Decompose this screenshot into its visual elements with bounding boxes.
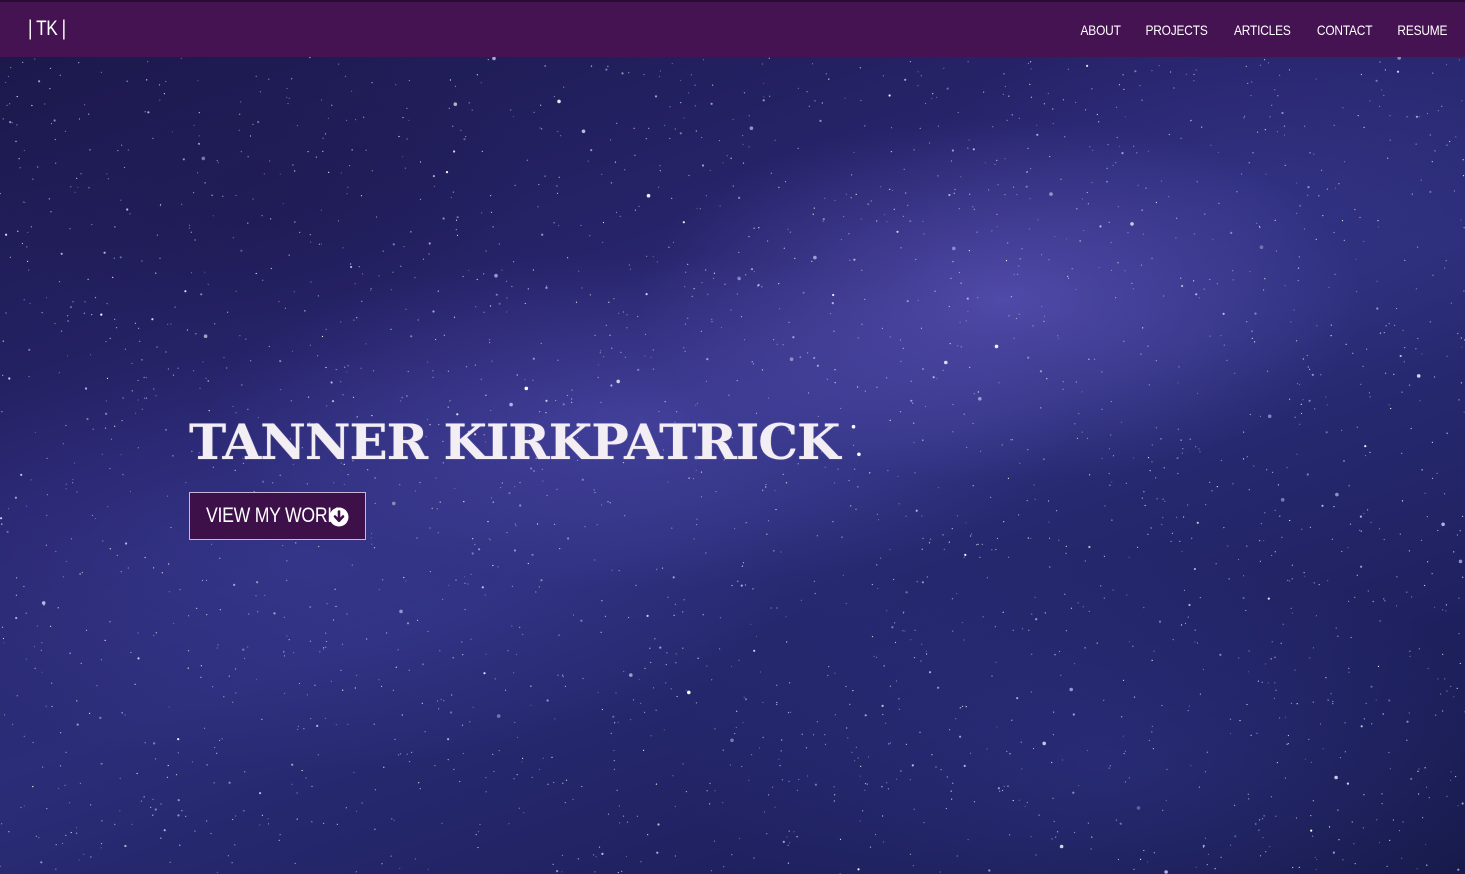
nav-link-projects[interactable]: PROJECTS bbox=[1146, 22, 1208, 38]
navbar: | TK | ABOUT PROJECTS ARTICLES CONTACT R… bbox=[0, 0, 1465, 57]
nav-link-about[interactable]: ABOUT bbox=[1081, 22, 1121, 38]
view-my-work-label: VIEW MY WORK bbox=[206, 504, 339, 527]
hero-title: TANNER KIRKPATRICK bbox=[189, 413, 840, 471]
nav-link-resume[interactable]: RESUME bbox=[1398, 22, 1448, 38]
nav-links: ABOUT PROJECTS ARTICLES CONTACT RESUME bbox=[1061, 22, 1452, 38]
nav-link-contact[interactable]: CONTACT bbox=[1317, 22, 1373, 38]
view-my-work-button[interactable]: VIEW MY WORK bbox=[189, 492, 366, 540]
nav-link-articles[interactable]: ARTICLES bbox=[1234, 22, 1291, 38]
page: | TK | ABOUT PROJECTS ARTICLES CONTACT R… bbox=[0, 0, 1465, 874]
brand-logo[interactable]: | TK | bbox=[28, 17, 66, 41]
arrow-circle-down-icon bbox=[329, 507, 349, 527]
